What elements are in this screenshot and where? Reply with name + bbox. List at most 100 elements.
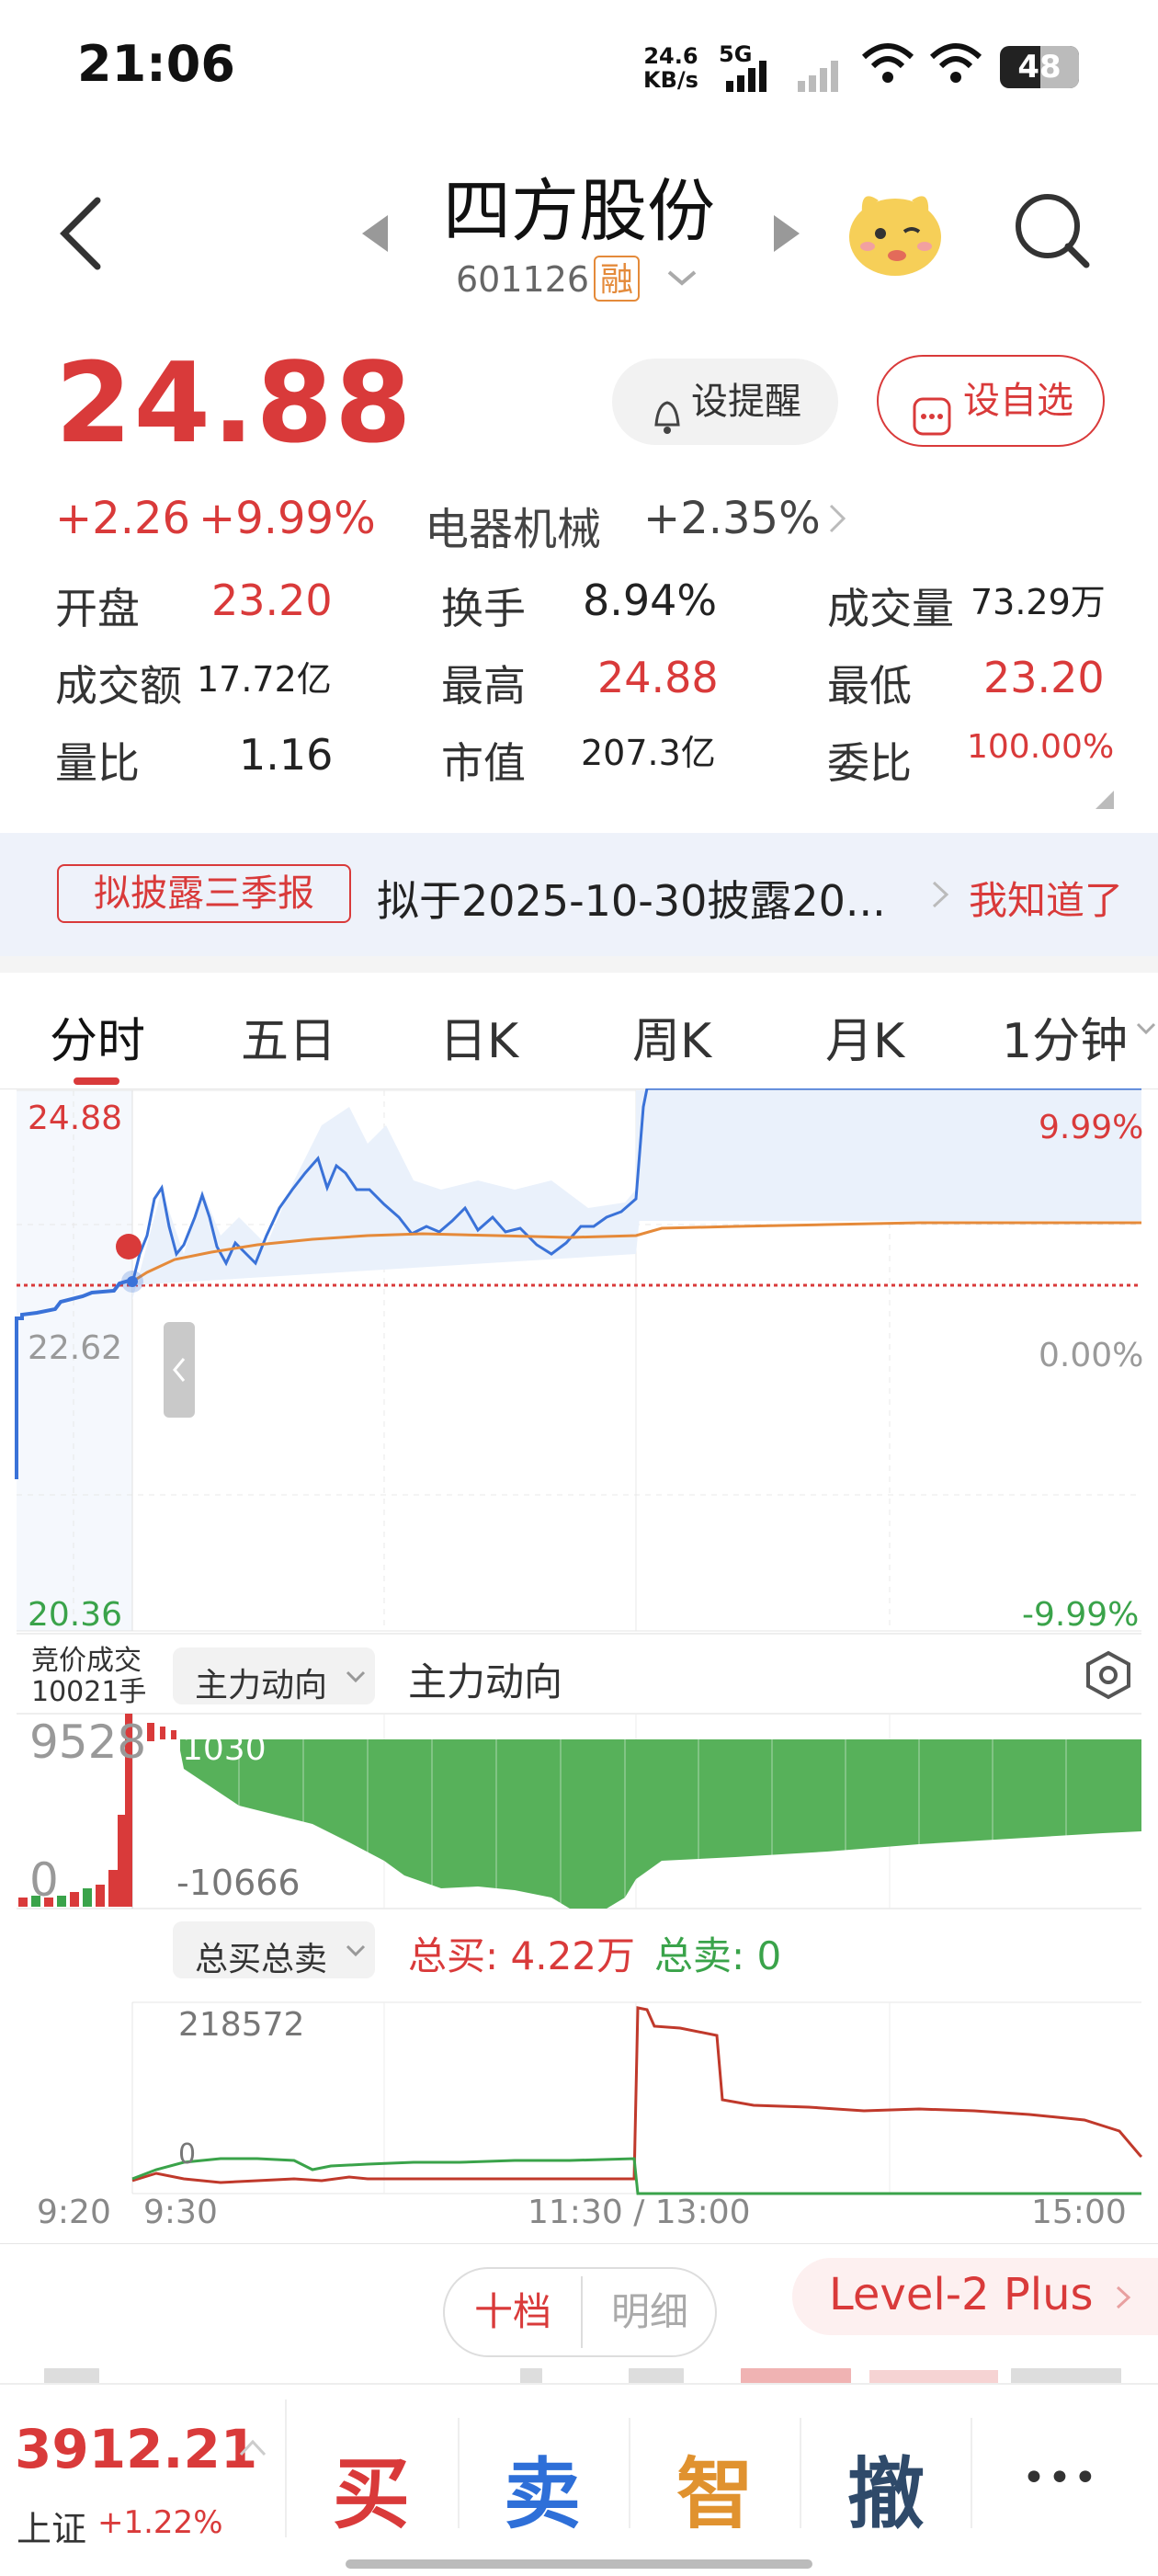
price-change-pct: +9.99% xyxy=(199,493,376,544)
watchlist-icon xyxy=(912,381,952,469)
wifi-icon xyxy=(861,43,914,83)
margin-badge: 融 xyxy=(594,256,640,302)
order-row-partial xyxy=(0,2368,1158,2383)
battery-level: 48 xyxy=(1017,49,1062,85)
index-value[interactable]: 3912.21 xyxy=(15,2418,257,2480)
collapse-handle[interactable] xyxy=(164,1322,195,1418)
net-speed: 24.6 KB/s xyxy=(643,44,698,92)
high-value: 24.88 xyxy=(597,653,719,702)
total-buy: 总买: 4.22万 xyxy=(408,1933,636,1978)
sell-button[interactable]: 卖 xyxy=(504,2433,581,2544)
notice-tag[interactable]: 拟披露三季报 xyxy=(57,864,351,923)
order-max: 218572 xyxy=(178,2006,305,2044)
axis-right-bottom: -9.99% xyxy=(1022,1596,1140,1634)
buy-button[interactable]: 买 xyxy=(333,2433,410,2544)
level2-banner[interactable]: Level-2 Plus xyxy=(792,2258,1158,2335)
capital-dropdown[interactable]: 主力动向 xyxy=(173,1647,375,1704)
signal-icon xyxy=(726,61,838,92)
volume-value: 73.29万 xyxy=(971,582,1106,622)
order-dropdown-label: 总买总卖 xyxy=(195,1941,328,1978)
order-zero: 0 xyxy=(178,2138,197,2171)
net-speed-value: 24.6 xyxy=(643,43,698,69)
volume-label: 成交量 xyxy=(827,584,954,633)
capital-dropdown-label: 主力动向 xyxy=(195,1667,328,1704)
capital-pre-max: 9528 xyxy=(29,1715,147,1769)
axis-left-mid: 22.62 xyxy=(28,1329,123,1367)
index-change: +1.22% xyxy=(97,2504,223,2541)
net-speed-unit: KB/s xyxy=(643,67,698,93)
set-reminder-label: 设提醒 xyxy=(691,381,801,423)
tab-ten-levels[interactable]: 十档 xyxy=(445,2269,581,2355)
order-book-tabs: 十档 明细 xyxy=(443,2267,717,2357)
tab-intraday[interactable]: 分时 xyxy=(50,1002,145,1071)
open-value: 23.20 xyxy=(211,576,333,625)
chevron-right-icon xyxy=(932,881,949,908)
amount-label: 成交额 xyxy=(55,661,182,711)
axis-left-top: 24.88 xyxy=(28,1100,123,1137)
mascot-icon[interactable] xyxy=(844,180,947,283)
open-label: 开盘 xyxy=(55,584,140,633)
low-value: 23.20 xyxy=(983,653,1105,702)
turnover-value: 8.94% xyxy=(583,576,718,625)
tab-weekly-k[interactable]: 周K xyxy=(632,1002,711,1071)
chevron-left-icon xyxy=(173,1358,186,1382)
chevron-up-icon[interactable] xyxy=(237,2436,268,2458)
settings-hex-icon[interactable] xyxy=(1083,1649,1134,1701)
capital-pre-zero: 0 xyxy=(29,1853,59,1907)
notice-text[interactable]: 拟于2025-10-30披露20... xyxy=(377,868,886,929)
set-reminder-button[interactable]: 设提醒 xyxy=(612,359,838,445)
vol-ratio-value: 1.16 xyxy=(239,730,334,780)
tab-monthly-k[interactable]: 月K xyxy=(825,1002,904,1071)
axis-right-mid: 0.00% xyxy=(1039,1337,1144,1374)
total-sell: 总卖: 0 xyxy=(654,1933,782,1978)
order-dropdown[interactable]: 总买总卖 xyxy=(173,1921,375,1978)
current-price: 24.88 xyxy=(55,340,414,468)
divider xyxy=(0,956,1158,973)
intraday-chart[interactable] xyxy=(0,1089,1158,2210)
sector-change[interactable]: +2.35% xyxy=(643,493,821,544)
axis-right-top: 9.99% xyxy=(1039,1109,1144,1146)
chevron-down-icon[interactable] xyxy=(1136,1020,1156,1037)
add-watchlist-button[interactable]: 设自选 xyxy=(877,355,1105,447)
auction-label: 竞价成交 xyxy=(31,1645,142,1677)
add-watchlist-label: 设自选 xyxy=(963,380,1073,422)
tab-indicator xyxy=(74,1077,119,1085)
chevron-right-icon xyxy=(1116,2285,1131,2309)
vol-ratio-label: 量比 xyxy=(55,738,140,788)
tab-daily-k[interactable]: 日K xyxy=(439,1002,518,1071)
next-stock-icon[interactable] xyxy=(768,211,805,256)
auction-info: 竞价成交 10021手 xyxy=(31,1646,146,1708)
auction-value: 10021手 xyxy=(31,1676,147,1708)
time-label-open: 9:30 xyxy=(143,2194,218,2231)
chevron-down-icon xyxy=(346,1670,366,1683)
tab-five-day[interactable]: 五日 xyxy=(241,1002,336,1071)
expand-corner-icon[interactable] xyxy=(1094,789,1116,811)
mktcap-value: 207.3亿 xyxy=(581,733,716,773)
stock-code: 601126 xyxy=(456,259,590,300)
tab-one-minute[interactable]: 1分钟 xyxy=(1002,1002,1128,1071)
tab-details[interactable]: 明细 xyxy=(583,2269,717,2355)
status-time: 21:06 xyxy=(77,35,235,93)
cancel-order-button[interactable]: 撤 xyxy=(847,2433,925,2544)
commission-value: 100.00% xyxy=(967,728,1115,766)
mktcap-label: 市值 xyxy=(441,738,526,788)
wifi-secondary-icon xyxy=(929,43,982,83)
sector-name[interactable]: 电器机械 xyxy=(425,493,601,557)
battery-icon: 48 xyxy=(1000,46,1079,88)
search-icon[interactable] xyxy=(1013,191,1090,268)
price-change: +2.26 xyxy=(55,493,191,544)
time-label-midday: 11:30 / 13:00 xyxy=(528,2194,751,2231)
home-indicator xyxy=(346,2559,812,2569)
chevron-down-icon[interactable] xyxy=(665,267,698,289)
more-button[interactable]: ••• xyxy=(1022,2455,1099,2502)
level2-label: Level-2 Plus xyxy=(829,2269,1094,2320)
stock-name: 四方股份 xyxy=(443,172,715,251)
turnover-label: 换手 xyxy=(441,584,526,633)
notice-dismiss[interactable]: 我知道了 xyxy=(969,870,1123,926)
axis-left-bottom: 20.36 xyxy=(28,1596,123,1634)
divider xyxy=(0,2243,1158,2244)
chevron-right-icon[interactable] xyxy=(827,502,849,535)
capital-title: 主力动向 xyxy=(408,1659,563,1704)
time-label-pre: 9:20 xyxy=(37,2194,111,2231)
smart-button[interactable]: 智 xyxy=(676,2433,754,2544)
